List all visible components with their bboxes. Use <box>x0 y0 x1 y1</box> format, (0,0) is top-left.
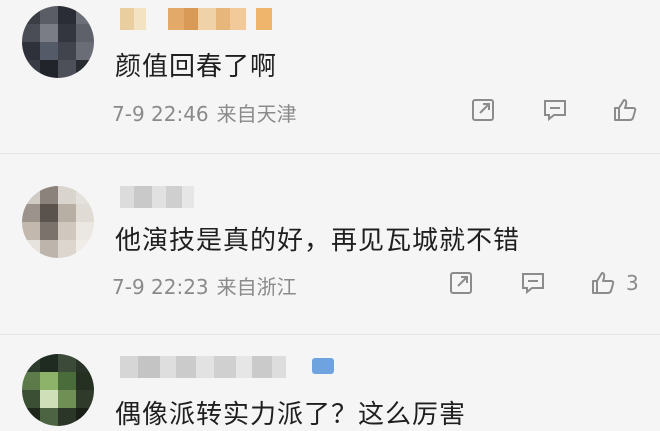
comment-text: 偶像派转实力派了？这么厉害 <box>115 400 467 430</box>
avatar[interactable] <box>22 6 94 78</box>
comment-item: 他演技是真的好，再见瓦城就不错 7-9 22:23 来自浙江 3 <box>0 170 660 330</box>
thumbs-up-icon <box>614 99 637 121</box>
username-blurred[interactable] <box>120 8 272 30</box>
comment-icon <box>522 273 544 295</box>
comment-date: 7-9 22:46 <box>112 102 209 126</box>
comment-meta: 7-9 22:46 来自天津 <box>112 98 297 127</box>
divider <box>0 334 660 335</box>
comment-date: 7-9 22:23 <box>112 275 209 299</box>
comment-location: 来自浙江 <box>216 275 297 299</box>
reply-button[interactable] <box>518 268 548 298</box>
comment-icon <box>544 100 566 122</box>
reply-button[interactable] <box>540 95 570 125</box>
avatar[interactable] <box>22 186 94 258</box>
thumbs-up-icon <box>592 272 615 294</box>
like-button[interactable] <box>610 95 640 125</box>
comment-meta: 7-9 22:23 来自浙江 <box>112 271 297 300</box>
comment-item: 颜值回春了啊 7-9 22:46 来自天津 <box>0 0 660 150</box>
divider <box>0 153 660 154</box>
username-blurred[interactable] <box>120 186 194 208</box>
like-button[interactable] <box>588 268 618 298</box>
comment-text: 颜值回春了啊 <box>115 52 278 82</box>
username-blurred[interactable] <box>120 356 286 378</box>
comment-text: 他演技是真的好，再见瓦城就不错 <box>115 226 521 256</box>
comment-item: 偶像派转实力派了？这么厉害 <box>0 340 660 430</box>
comment-location: 来自天津 <box>216 102 297 126</box>
share-button[interactable] <box>468 95 498 125</box>
share-button[interactable] <box>446 268 476 298</box>
avatar[interactable] <box>22 354 94 426</box>
share-icon <box>450 272 472 294</box>
vip-badge-icon <box>312 358 334 374</box>
like-count: 3 <box>626 271 639 295</box>
share-icon <box>472 99 494 121</box>
